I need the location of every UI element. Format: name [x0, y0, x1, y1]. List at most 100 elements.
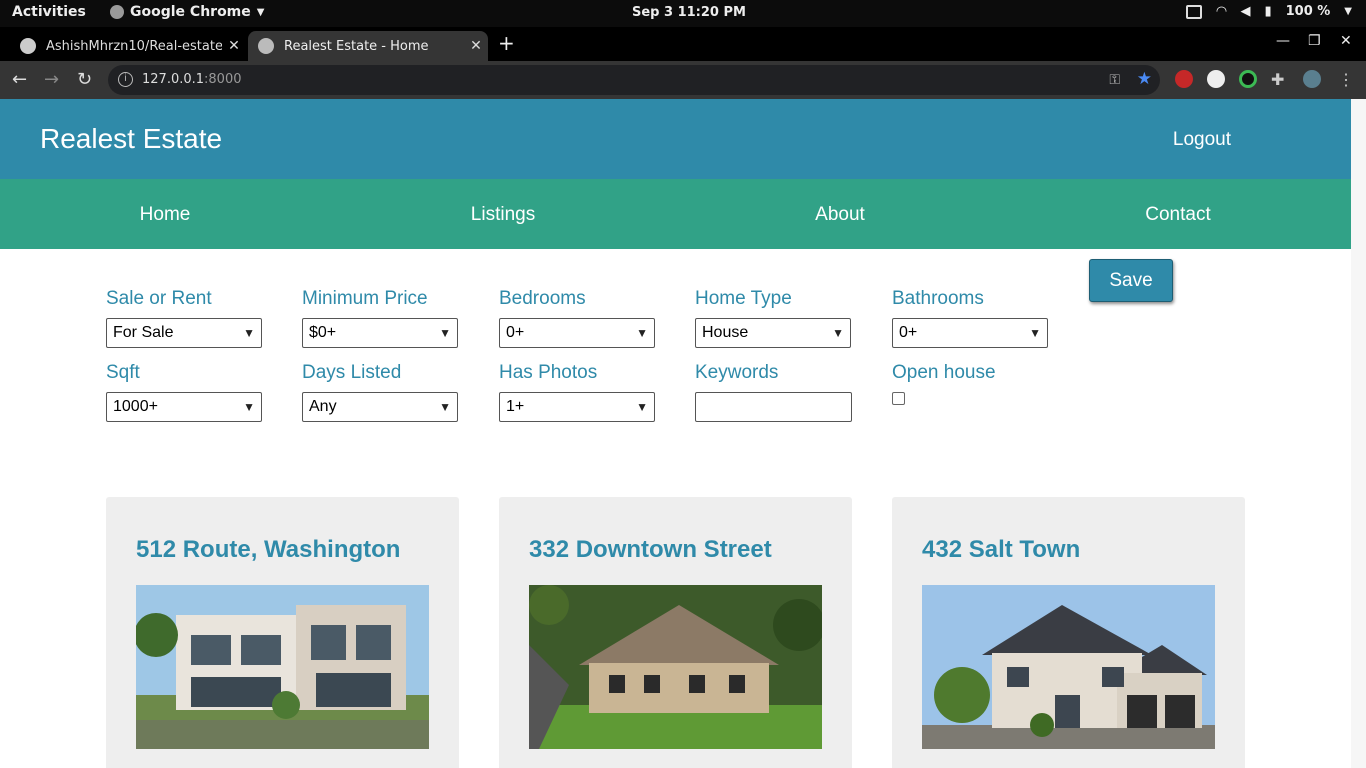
filter-label: Bathrooms [892, 288, 984, 309]
listing-photo[interactable] [529, 585, 822, 749]
tab-title: Realest Estate - Home [284, 38, 429, 54]
back-icon[interactable]: ← [12, 69, 27, 90]
house-photo-aerial [529, 585, 822, 749]
filter-home-type: Home Type House ▼ [695, 288, 851, 348]
chevron-down-icon: ▼ [439, 400, 451, 414]
extension-icon[interactable] [1175, 70, 1193, 88]
site-header: Realest Estate Logout [0, 99, 1351, 179]
has-photos-select[interactable]: 1+ ▼ [499, 392, 655, 422]
house-photo-brick [922, 585, 1215, 749]
bathrooms-select[interactable]: 0+ ▼ [892, 318, 1048, 348]
close-icon[interactable]: ✕ [222, 38, 246, 54]
filter-label: Minimum Price [302, 288, 428, 309]
filter-sale-or-rent: Sale or Rent For Sale ▼ [106, 288, 262, 348]
volume-icon: ◀ [1240, 4, 1251, 19]
open-house-checkbox[interactable] [892, 392, 905, 405]
tab-github[interactable]: AshishMhrzn10/Real-estate-a ✕ [10, 31, 246, 61]
new-tab-icon[interactable]: + [498, 31, 515, 55]
filter-has-photos: Has Photos 1+ ▼ [499, 362, 655, 422]
listing-card[interactable]: 332 Downtown Street [499, 497, 852, 768]
webpage: Realest Estate Logout Home Listings Abou… [0, 99, 1366, 768]
os-top-bar: Activities Google Chrome ▼ Sep 3 11:20 P… [0, 0, 1366, 27]
filter-keywords: Keywords [695, 362, 852, 422]
listing-title[interactable]: 432 Salt Town [922, 536, 1080, 564]
listing-card[interactable]: 432 Salt Town [892, 497, 1245, 768]
info-icon[interactable]: i [118, 72, 133, 87]
battery-icon: ▮ [1264, 4, 1272, 19]
filter-label: Keywords [695, 362, 779, 383]
key-icon[interactable]: ⚿ [1109, 71, 1120, 88]
sqft-select[interactable]: 1000+ ▼ [106, 392, 262, 422]
min-price-select[interactable]: $0+ ▼ [302, 318, 458, 348]
home-type-select[interactable]: House ▼ [695, 318, 851, 348]
main-nav: Home Listings About Contact [0, 179, 1351, 249]
keywords-input[interactable] [695, 392, 852, 422]
filter-days-listed: Days Listed Any ▼ [302, 362, 458, 422]
save-button[interactable]: Save [1089, 259, 1173, 302]
filter-label: Open house [892, 362, 996, 383]
filter-label: Sqft [106, 362, 140, 383]
nav-listings[interactable]: Listings [471, 204, 535, 226]
filter-bedrooms: Bedrooms 0+ ▼ [499, 288, 655, 348]
close-icon[interactable]: ✕ [464, 38, 488, 54]
menu-kebab-icon[interactable]: ⋮ [1338, 70, 1356, 89]
chevron-down-icon: ▼ [636, 400, 648, 414]
listing-title[interactable]: 512 Route, Washington [136, 536, 400, 564]
bookmark-star-icon[interactable]: ★ [1137, 69, 1152, 89]
filter-bathrooms: Bathrooms 0+ ▼ [892, 288, 1048, 348]
days-listed-select[interactable]: Any ▼ [302, 392, 458, 422]
listing-card[interactable]: 512 Route, Washington [106, 497, 459, 768]
display-icon [1186, 4, 1203, 19]
chevron-down-icon: ▼ [636, 326, 648, 340]
filter-label: Has Photos [499, 362, 598, 383]
system-tray[interactable]: ◠ ◀ ▮ 100 % ▼ [1186, 4, 1352, 19]
app-menu[interactable]: Google Chrome ▼ [110, 4, 264, 20]
site-brand[interactable]: Realest Estate [40, 123, 222, 155]
wifi-icon: ◠ [1216, 4, 1227, 19]
logout-link[interactable]: Logout [1173, 129, 1231, 151]
house-photo-modern [136, 585, 429, 749]
github-icon [20, 38, 36, 54]
chevron-down-icon: ▼ [1029, 326, 1041, 340]
nav-about[interactable]: About [815, 204, 865, 226]
listing-photo[interactable] [136, 585, 429, 749]
filter-label: Sale or Rent [106, 288, 212, 309]
tab-realest-estate[interactable]: Realest Estate - Home ✕ [248, 31, 488, 61]
extension-icon[interactable] [1207, 70, 1225, 88]
listing-photo[interactable] [922, 585, 1215, 749]
browser-toolbar: ← → ↻ i 127.0.0.1:8000 ⚿ ★ [0, 61, 1366, 99]
chrome-icon [110, 5, 124, 19]
filter-label: Days Listed [302, 362, 402, 383]
app-name: Google Chrome [130, 4, 251, 20]
filter-open-house: Open house [892, 362, 996, 405]
bedrooms-select[interactable]: 0+ ▼ [499, 318, 655, 348]
listing-title[interactable]: 332 Downtown Street [529, 536, 772, 564]
battery-level: 100 % [1285, 4, 1331, 19]
puzzle-icon[interactable]: ✚ [1271, 70, 1289, 89]
filter-min-price: Minimum Price $0+ ▼ [302, 288, 458, 348]
minimize-icon[interactable]: — [1276, 33, 1290, 49]
nav-contact[interactable]: Contact [1145, 204, 1210, 226]
tab-strip: AshishMhrzn10/Real-estate-a ✕ Realest Es… [0, 27, 1366, 61]
filter-sqft: Sqft 1000+ ▼ [106, 362, 262, 422]
extension-icon[interactable] [1239, 70, 1257, 88]
forward-icon[interactable]: → [44, 69, 59, 90]
nav-home[interactable]: Home [140, 204, 191, 226]
maximize-icon[interactable]: ❐ [1308, 33, 1321, 49]
address-bar[interactable]: i 127.0.0.1:8000 ⚿ ★ [108, 65, 1160, 95]
chevron-down-icon: ▼ [439, 326, 451, 340]
clock[interactable]: Sep 3 11:20 PM [632, 5, 746, 20]
chevron-down-icon: ▼ [832, 326, 844, 340]
chevron-down-icon: ▼ [243, 400, 255, 414]
avatar[interactable] [1303, 70, 1321, 88]
globe-icon [258, 38, 274, 54]
filter-label: Bedrooms [499, 288, 586, 309]
scrollbar[interactable] [1351, 99, 1366, 768]
chevron-down-icon: ▼ [256, 6, 265, 18]
filter-label: Home Type [695, 288, 792, 309]
sale-or-rent-select[interactable]: For Sale ▼ [106, 318, 262, 348]
close-window-icon[interactable]: ✕ [1340, 33, 1352, 49]
tab-title: AshishMhrzn10/Real-estate-a [46, 38, 222, 54]
reload-icon[interactable]: ↻ [77, 69, 92, 90]
activities-button[interactable]: Activities [12, 4, 86, 20]
